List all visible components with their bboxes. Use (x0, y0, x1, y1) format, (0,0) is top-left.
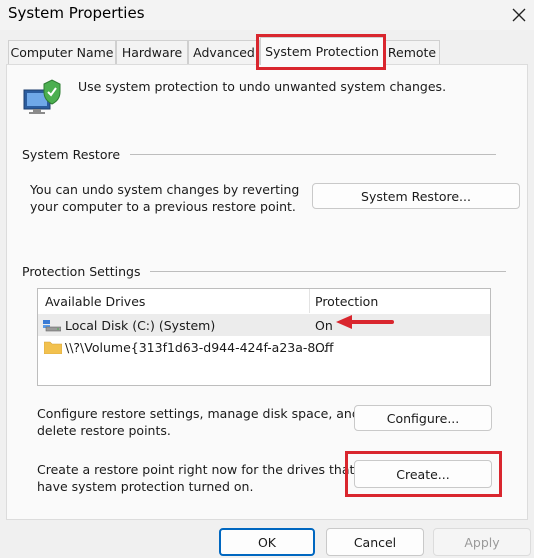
column-separator[interactable] (309, 289, 310, 313)
create-line-2: have system protection turned on. (37, 479, 254, 494)
system-restore-description: You can undo system changes by reverting… (30, 181, 299, 215)
divider (130, 154, 496, 155)
tab-remote[interactable]: Remote (384, 40, 440, 64)
tab-computer-name[interactable]: Computer Name (8, 40, 116, 64)
system-restore-heading: System Restore (22, 147, 121, 162)
cancel-button[interactable]: Cancel (326, 528, 424, 556)
intro-text: Use system protection to undo unwanted s… (78, 79, 447, 94)
system-restore-button[interactable]: System Restore... (312, 183, 520, 209)
system-restore-group-header: System Restore (22, 147, 496, 162)
protection-settings-heading: Protection Settings (22, 264, 141, 279)
drive-name: Local Disk (C:) (System) (65, 317, 216, 333)
window-title: System Properties (8, 4, 145, 22)
folder-icon (43, 340, 63, 355)
local-disk-icon (43, 318, 62, 332)
protection-settings-group-header: Protection Settings (22, 264, 506, 279)
close-button[interactable] (504, 2, 534, 28)
system-restore-line-1: You can undo system changes by reverting (30, 182, 300, 197)
divider (150, 271, 506, 272)
title-bar: System Properties (0, 0, 534, 30)
drive-protection-status: On (315, 317, 333, 333)
highlight-box-create (345, 451, 502, 497)
column-header-protection[interactable]: Protection (315, 289, 465, 313)
configure-line-2: delete restore points. (37, 423, 171, 438)
system-protection-icon (22, 76, 64, 116)
tab-hardware[interactable]: Hardware (116, 40, 188, 64)
column-header-drives[interactable]: Available Drives (45, 289, 305, 313)
close-icon (512, 8, 526, 22)
create-line-1: Create a restore point right now for the… (37, 462, 355, 477)
configure-description: Configure restore settings, manage disk … (37, 405, 360, 439)
drive-name: \\?\Volume{313f1d63-d944-424f-a23a-8... (65, 339, 328, 355)
drive-row-volume[interactable]: \\?\Volume{313f1d63-d944-424f-a23a-8... … (38, 336, 490, 358)
configure-button[interactable]: Configure... (354, 405, 492, 431)
drive-protection-status: Off (315, 339, 334, 355)
tab-advanced[interactable]: Advanced (188, 40, 260, 64)
configure-line-1: Configure restore settings, manage disk … (37, 406, 360, 421)
drives-list[interactable]: Available Drives Protection Local Disk (… (37, 288, 491, 386)
drive-row-c[interactable]: Local Disk (C:) (System) On (38, 314, 490, 336)
red-arrow-annotation (336, 315, 396, 329)
create-description: Create a restore point right now for the… (37, 461, 354, 495)
ok-button[interactable]: OK (219, 528, 315, 556)
highlight-box-tab (256, 34, 386, 70)
apply-button[interactable]: Apply (433, 528, 531, 556)
system-restore-line-2: your computer to a previous restore poin… (30, 199, 296, 214)
